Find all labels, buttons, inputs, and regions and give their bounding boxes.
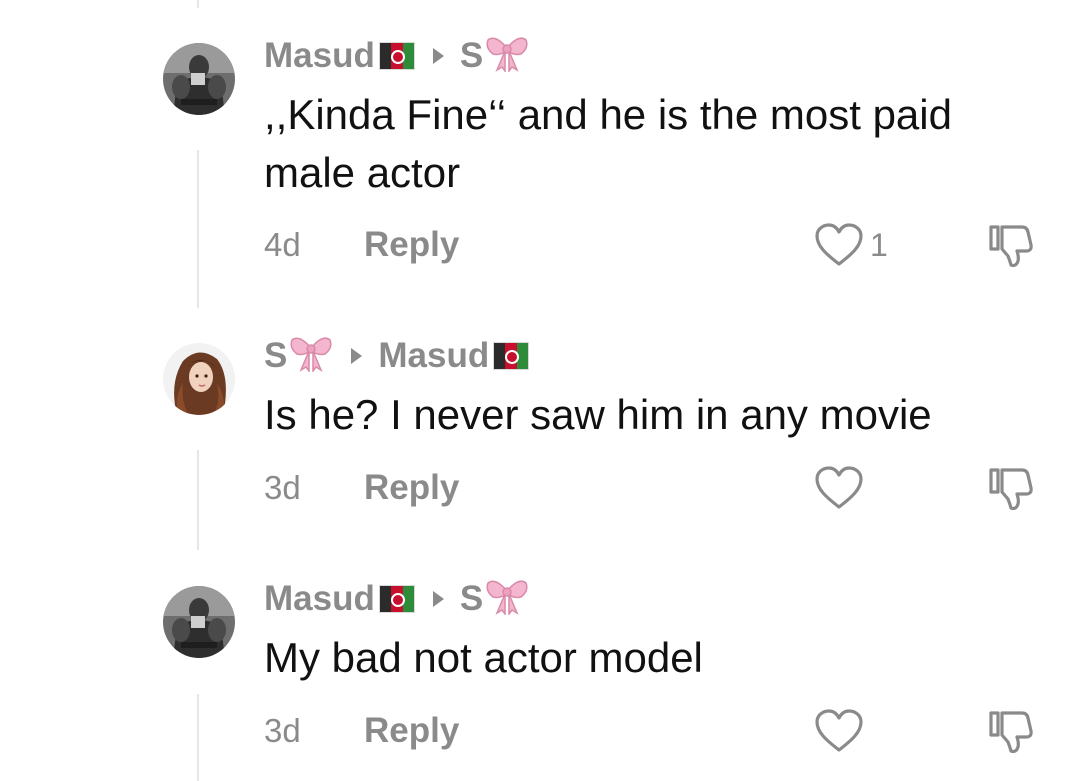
dislike-button[interactable] (986, 223, 1036, 274)
author-name[interactable]: Masud (264, 36, 375, 76)
thumbs-down-icon (989, 711, 1033, 754)
author-name[interactable]: Masud (264, 579, 375, 619)
reply-to-name[interactable]: S (460, 579, 483, 619)
like-button[interactable] (814, 463, 870, 513)
heart-icon (815, 709, 863, 752)
dislike-button[interactable] (986, 466, 1036, 517)
avatar[interactable] (163, 43, 235, 115)
afghanistan-flag-icon (493, 342, 530, 370)
like-button[interactable]: 1 (814, 220, 888, 270)
comment-actions: 4d Reply 1 (264, 220, 1044, 270)
reply-to-name[interactable]: Masud (378, 336, 489, 376)
reply-arrow-icon (432, 591, 444, 607)
dislike-button[interactable] (986, 709, 1036, 760)
comment-header: S Masud (264, 336, 530, 376)
comment-text: Is he? I never saw him in any movie (264, 391, 932, 438)
like-button[interactable] (814, 706, 870, 756)
avatar-image (163, 43, 235, 115)
author-name[interactable]: S (264, 336, 287, 376)
avatar-image (163, 586, 235, 658)
avatar[interactable] (163, 343, 235, 415)
reply-arrow-icon (432, 48, 444, 64)
avatar-image (163, 343, 235, 415)
comment-text: My bad not actor model (264, 634, 703, 681)
timestamp: 4d (264, 226, 301, 263)
thread-line (197, 450, 199, 550)
thumbs-down-icon (989, 468, 1033, 511)
reply-button[interactable]: Reply (364, 711, 459, 751)
timestamp: 3d (264, 469, 301, 506)
afghanistan-flag-icon (378, 42, 415, 70)
comment-actions: 3d Reply (264, 463, 1044, 513)
timestamp: 3d (264, 712, 301, 749)
thread-line (197, 694, 199, 781)
thread-line (197, 0, 199, 8)
reply-button[interactable]: Reply (364, 225, 459, 265)
heart-icon (815, 466, 863, 509)
heart-icon (815, 223, 863, 266)
comment-text: ,,Kinda Fine‘‘ and he is the most paid m… (264, 91, 952, 196)
pink-bow-icon (485, 32, 529, 81)
like-count: 1 (870, 226, 888, 263)
afghanistan-flag-icon (378, 585, 415, 613)
pink-bow-icon (485, 575, 529, 624)
comment-header: Masud S (264, 36, 529, 76)
comment-header: Masud S (264, 579, 529, 619)
reply-to-name[interactable]: S (460, 36, 483, 76)
thumbs-down-icon (989, 225, 1033, 268)
reply-button[interactable]: Reply (364, 468, 459, 508)
thread-line (197, 150, 199, 308)
avatar[interactable] (163, 586, 235, 658)
comment-actions: 3d Reply (264, 706, 1044, 756)
pink-bow-icon (289, 332, 333, 381)
reply-arrow-icon (351, 348, 363, 364)
